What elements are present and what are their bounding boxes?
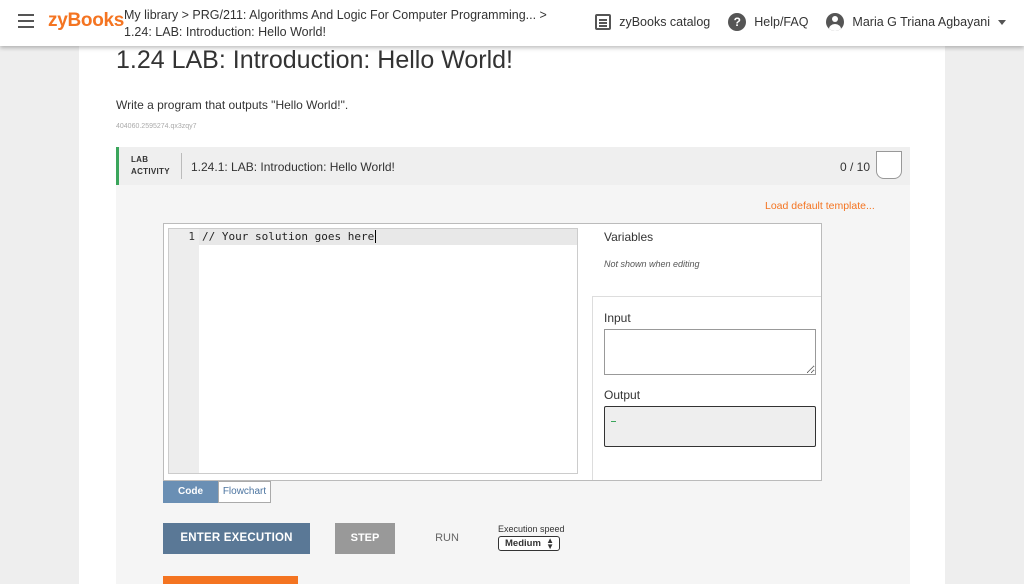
panel-divider-horizontal	[592, 296, 821, 297]
enter-execution-button[interactable]: ENTER EXECUTION	[163, 523, 310, 554]
lab-activity-title: 1.24.1: LAB: Introduction: Hello World!	[191, 160, 395, 174]
select-arrows-icon: ▲ ▼	[546, 536, 554, 551]
load-default-template-link[interactable]: Load default template...	[765, 200, 875, 212]
step-button[interactable]: STEP	[335, 523, 395, 554]
menu-icon[interactable]	[18, 14, 34, 28]
panel-divider	[592, 296, 593, 480]
lab-activity-header: LAB ACTIVITY 1.24.1: LAB: Introduction: …	[116, 147, 910, 185]
help-icon: ?	[728, 13, 747, 31]
tab-flowchart[interactable]: Flowchart	[218, 481, 271, 503]
lab-tag-line1: LAB	[131, 155, 149, 164]
tab-code[interactable]: Code	[163, 481, 218, 503]
lab-prompt: Write a program that outputs "Hello Worl…	[116, 98, 349, 112]
active-code-line[interactable]: // Your solution goes here	[199, 229, 577, 245]
code-text[interactable]: // Your solution goes here	[202, 230, 377, 243]
lab-code-id: 404060.2595274.qx3zqy7	[116, 123, 197, 130]
input-field[interactable]	[604, 329, 816, 375]
run-button[interactable]: RUN	[421, 523, 473, 554]
input-label: Input	[604, 311, 631, 325]
user-icon	[826, 13, 845, 31]
top-bar: zyBooks My library > PRG/211: Algorithms…	[0, 0, 1024, 46]
variables-note: Not shown when editing	[604, 259, 700, 269]
line-gutter: 1	[169, 229, 199, 473]
user-menu[interactable]: Maria G Triana Agbayani	[826, 13, 1006, 31]
execution-speed-label: Execution speed	[498, 524, 565, 534]
output-field	[604, 406, 816, 447]
book-list-icon	[595, 14, 612, 30]
output-label: Output	[604, 388, 641, 402]
divider	[181, 153, 182, 179]
variables-title: Variables	[604, 230, 654, 244]
score-badge-icon	[876, 151, 902, 179]
help-label: Help/FAQ	[754, 15, 809, 29]
help-link[interactable]: ? Help/FAQ	[728, 13, 808, 31]
execution-speed-select[interactable]: Medium ▲ ▼	[498, 536, 560, 551]
submit-button[interactable]	[163, 576, 298, 584]
line-number: 1	[188, 230, 195, 243]
breadcrumb-path[interactable]: My library > PRG/211: Algorithms And Log…	[124, 7, 547, 24]
zybooks-logo[interactable]: zyBooks	[48, 10, 124, 32]
lab-activity-tag: LAB ACTIVITY	[131, 154, 170, 178]
catalog-link[interactable]: zyBooks catalog	[595, 14, 710, 30]
breadcrumb: My library > PRG/211: Algorithms And Log…	[124, 7, 547, 41]
user-name: Maria G Triana Agbayani	[852, 15, 990, 29]
page-title: 1.24 LAB: Introduction: Hello World!	[116, 46, 513, 74]
lab-tag-line2: ACTIVITY	[131, 167, 170, 176]
lab-score: 0 / 10	[839, 160, 870, 174]
chevron-down-icon	[998, 19, 1006, 25]
output-cursor	[611, 421, 616, 422]
catalog-label: zyBooks catalog	[619, 15, 711, 29]
execution-speed-value: Medium	[505, 538, 541, 549]
breadcrumb-current: 1.24: LAB: Introduction: Hello World!	[124, 25, 326, 39]
top-right-nav: zyBooks catalog ? Help/FAQ Maria G Trian…	[577, 13, 1006, 31]
code-editor[interactable]: 1 // Your solution goes here	[168, 228, 578, 474]
